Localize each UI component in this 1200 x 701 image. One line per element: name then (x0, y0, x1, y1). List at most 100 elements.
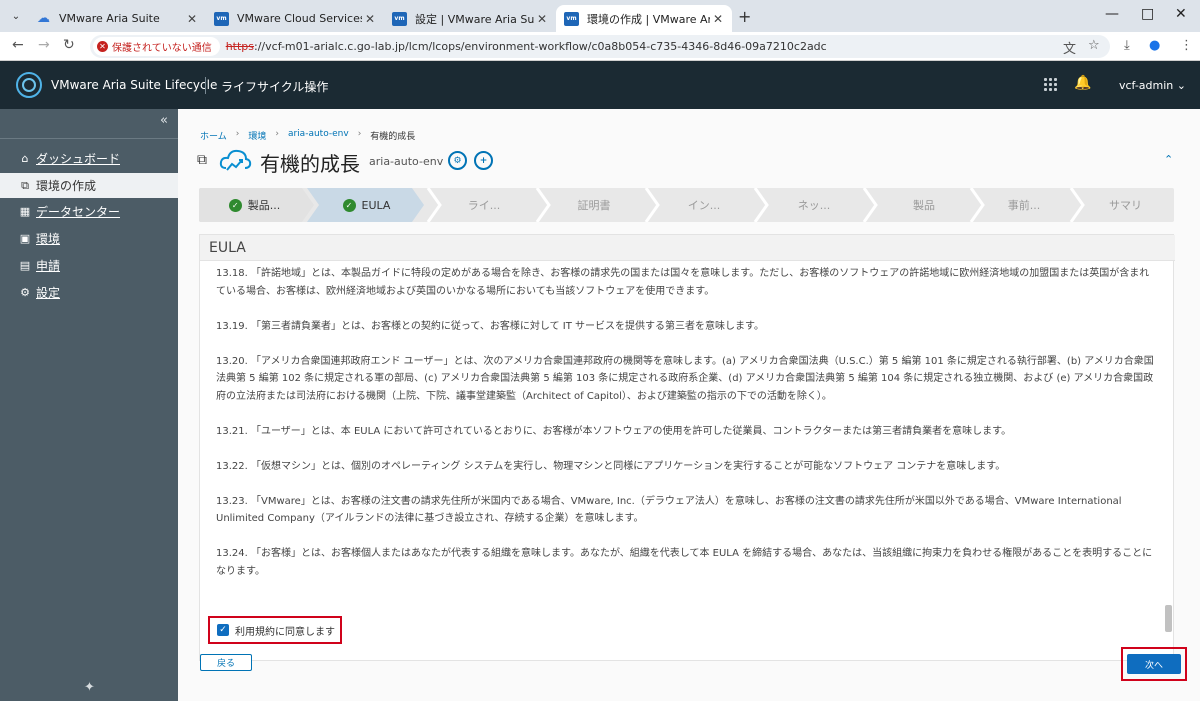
copy-icon[interactable]: ⧉ (197, 152, 207, 168)
bookmark-star-icon[interactable]: ☆ (1088, 38, 1100, 53)
eula-paragraph: 13.19. 「第三者請負業者」とは、お客様との契約に従って、お客様に対して I… (216, 320, 764, 332)
sidebar-item-label: 申請 (36, 259, 61, 273)
eula-text[interactable]: 13.18. 「許諾地域」とは、本製品ガイドに特段の定めがある場合を除き、お客様… (216, 265, 1156, 598)
step-precheck[interactable]: 事前... (974, 188, 1074, 222)
next-button[interactable]: 次へ (1127, 654, 1181, 674)
wizard-stepper: ✓ 製品... ✓ EULA ライ... 証明書 イン... ネッ... 製品 … (199, 188, 1174, 222)
app-header: VMware Aria Suite Lifecycle ライフサイクル操作 🔔 … (0, 61, 1200, 109)
browser-tab-strip: ⌄ ☁ VMware Aria Suite ✕ vm VMware Cloud … (0, 0, 1200, 32)
step-label: ネッ... (797, 199, 831, 212)
sidebar-item-requests[interactable]: ▤ 申請 (0, 253, 178, 278)
vmware-icon: vm (564, 11, 579, 26)
main-content: ホーム › 環境 › aria-auto-env › 有機的成長 ⧉ 有機的成長… (178, 109, 1200, 701)
sidebar-item-label: データセンター (36, 205, 121, 219)
sidebar-item-datacenter[interactable]: ▦ データセンター (0, 199, 178, 224)
sidebar-item-create-environment[interactable]: ⧉ 環境の作成 (0, 173, 178, 198)
browser-tab[interactable]: ☁ VMware Aria Suite ✕ (28, 5, 206, 32)
step-label: 製品... (247, 199, 281, 212)
close-icon[interactable]: ✕ (534, 12, 550, 26)
tab-title: 設定 | VMware Aria Suite Lifecyc (415, 12, 534, 26)
app-switcher-icon[interactable] (1044, 78, 1058, 92)
collapse-sidebar-icon[interactable]: « (160, 113, 168, 128)
step-products[interactable]: ✓ 製品... (207, 188, 302, 222)
sidebar-item-environment[interactable]: ▣ 環境 (0, 226, 178, 251)
checkbox-checked-icon[interactable]: ✓ (217, 624, 229, 636)
minimize-icon[interactable]: — (1105, 6, 1119, 22)
sidebar-item-label: 環境 (36, 232, 61, 246)
tab-title: 環境の作成 | VMware Aria Suite (587, 12, 710, 26)
back-arrow-icon[interactable]: ← (12, 37, 24, 53)
step-label: 製品 (913, 199, 935, 212)
step-label: 事前... (1007, 199, 1041, 212)
eula-paragraph: 13.23. 「VMware」とは、お客様の注文書の請求先住所が米国内である場合… (216, 495, 1122, 525)
vmware-aria-logo-icon (16, 72, 42, 98)
create-icon: ⧉ (21, 178, 29, 192)
section-title: ライフサイクル操作 (221, 80, 329, 94)
new-tab-icon[interactable]: + (738, 7, 751, 26)
step-license[interactable]: ライ... (429, 188, 539, 222)
sidebar-item-label: 環境の作成 (36, 179, 97, 193)
translate-icon[interactable]: 文 (1063, 38, 1076, 57)
chevron-right-icon: › (275, 129, 279, 139)
step-network[interactable]: ネッ... (759, 188, 869, 222)
download-icon[interactable]: ⤓ (1124, 38, 1130, 53)
divider (0, 138, 178, 139)
sidebar-item-settings[interactable]: ⚙ 設定 (0, 280, 178, 305)
breadcrumb-home[interactable]: ホーム (200, 129, 227, 142)
app-name[interactable]: VMware Aria Suite Lifecycle (51, 78, 217, 92)
check-circle-icon: ✓ (228, 198, 242, 212)
breadcrumb-current: 有機的成長 (370, 132, 416, 142)
vmware-icon: vm (214, 11, 229, 26)
home-icon: ⌂ (21, 152, 29, 165)
step-summary[interactable]: サマリ (1077, 188, 1174, 222)
close-icon[interactable]: ✕ (710, 12, 726, 26)
browser-tab[interactable]: vm 設定 | VMware Aria Suite Lifecyc ✕ (384, 5, 556, 32)
eula-panel: EULA 13.18. 「許諾地域」とは、本製品ガイドに特段の定めがある場合を除… (199, 234, 1175, 661)
url-field[interactable]: ✕ 保護されていない通信 https ://vcf-m01-arialc.c.g… (90, 35, 1110, 58)
security-warning-chip[interactable]: ✕ 保護されていない通信 (93, 37, 220, 56)
maximize-icon[interactable]: □ (1141, 6, 1154, 22)
eula-paragraph: 13.18. 「許諾地域」とは、本製品ガイドに特段の定めがある場合を除き、お客様… (216, 268, 1150, 297)
step-eula[interactable]: ✓ EULA (319, 188, 414, 222)
bell-icon[interactable]: 🔔 (1074, 75, 1091, 91)
url-text: ://vcf-m01-arialc.c.go-lab.jp/lcm/lcops/… (254, 40, 827, 53)
forward-arrow-icon[interactable]: → (38, 37, 50, 53)
close-icon[interactable]: ✕ (184, 12, 200, 26)
eula-heading: EULA (200, 235, 1175, 261)
datacenter-icon: ▦ (19, 205, 31, 218)
step-infrastructure[interactable]: イン... (649, 188, 759, 222)
browser-menu-icon[interactable]: ⋮ (1180, 38, 1193, 53)
settings-badge-icon[interactable]: ⚙ (448, 151, 467, 170)
close-icon[interactable]: ✕ (362, 12, 378, 26)
reload-icon[interactable]: ↻ (63, 37, 75, 53)
step-label: 証明書 (577, 199, 611, 212)
tools-icon[interactable]: ✦ (84, 680, 95, 695)
add-badge-icon[interactable]: + (474, 151, 493, 170)
header-divider (205, 77, 206, 94)
back-button[interactable]: 戻る (200, 654, 252, 671)
user-menu[interactable]: vcf-admin ⌄ (1119, 79, 1186, 92)
cloud-icon: ☁ (37, 11, 50, 26)
step-label: EULA (361, 198, 391, 212)
sidebar-item-dashboard[interactable]: ⌂ ダッシュボード (0, 146, 178, 171)
breadcrumb: ホーム › 環境 › aria-auto-env › 有機的成長 (200, 129, 415, 142)
tab-search-button[interactable]: ⌄ (5, 6, 27, 26)
eula-paragraph: 13.24. 「お客様」とは、お客様個人またはあなたが代表する組織を意味します。… (216, 548, 1153, 577)
agree-terms-checkbox[interactable]: ✓ 利用規約に同意します (208, 616, 342, 644)
browser-tab-active[interactable]: vm 環境の作成 | VMware Aria Suite ✕ (556, 5, 732, 32)
chevron-up-icon[interactable]: ⌃ (1164, 153, 1173, 166)
check-circle-icon: ✓ (342, 198, 356, 212)
step-label: サマリ (1109, 199, 1142, 212)
profile-icon[interactable]: ● (1149, 38, 1160, 53)
browser-tab[interactable]: vm VMware Cloud Services ✕ (206, 5, 384, 32)
breadcrumb-environment[interactable]: 環境 (248, 129, 266, 142)
cloud-growth-icon (219, 149, 252, 171)
scrollbar-thumb[interactable] (1165, 605, 1172, 632)
sidebar: « ⌂ ダッシュボード ⧉ 環境の作成 ▦ データセンター ▣ 環境 ▤ 申請 … (0, 109, 178, 701)
breadcrumb-env-name[interactable]: aria-auto-env (288, 129, 349, 142)
step-certificate[interactable]: 証明書 (539, 188, 649, 222)
tab-title: VMware Aria Suite (59, 12, 160, 25)
window-close-icon[interactable]: ✕ (1175, 6, 1187, 22)
environment-icon: ▣ (19, 232, 31, 245)
step-product-details[interactable]: 製品 (869, 188, 979, 222)
